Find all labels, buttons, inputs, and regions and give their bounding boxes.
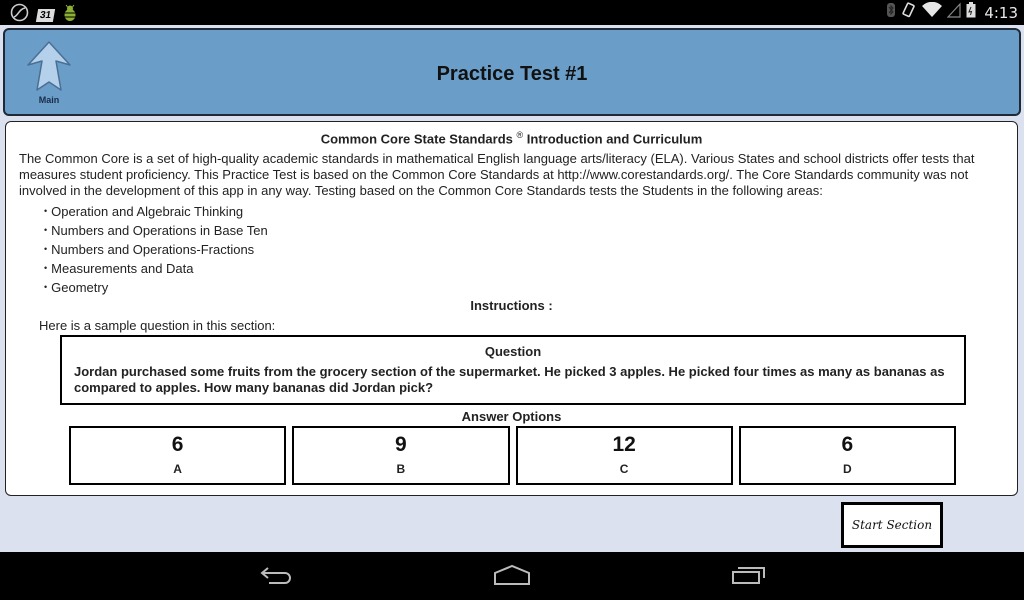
screen-rotation-icon (901, 2, 917, 23)
list-item: Measurements and Data (44, 259, 268, 278)
areas-list: Operation and Algebraic Thinking Numbers… (44, 202, 268, 297)
answer-letter: D (843, 462, 852, 476)
answer-value: 12 (612, 433, 636, 456)
content-panel[interactable]: Common Core State Standards ® Introducti… (5, 121, 1018, 496)
navigation-bar (0, 552, 1024, 600)
debug-bug-icon (62, 4, 78, 27)
wifi-icon (922, 1, 943, 23)
answer-value: 9 (395, 433, 407, 456)
home-button[interactable] (488, 562, 536, 592)
answer-options: 6 A 9 B 12 C 6 D (69, 426, 956, 485)
question-box: Question Jordan purchased some fruits fr… (60, 335, 966, 405)
answer-options-title: Answer Options (461, 409, 562, 424)
system-icons: 4:13 (886, 1, 1018, 23)
answer-option-a[interactable]: 6 A (69, 426, 287, 485)
list-item: Geometry (44, 278, 268, 297)
list-item: Numbers and Operations in Base Ten (44, 221, 268, 240)
recent-apps-icon (731, 565, 767, 590)
sync-icon (10, 3, 29, 27)
answer-option-b[interactable]: 9 B (292, 426, 510, 485)
intro-body: The Common Core is a set of high-quality… (19, 151, 975, 198)
answer-letter: B (396, 462, 406, 476)
battery-icon (966, 2, 976, 23)
answer-letter: A (173, 462, 182, 476)
answer-value: 6 (841, 433, 854, 456)
clock: 4:13 (984, 3, 1018, 22)
intro-title-main: Common Core State Standards (320, 131, 513, 147)
recent-apps-button[interactable] (725, 562, 773, 592)
bluetooth-icon (886, 2, 896, 23)
question-text: Jordan purchased some fruits from the gr… (74, 364, 945, 395)
intro-title: Common Core State Standards ® Introducti… (6, 130, 1017, 146)
answer-value: 6 (171, 433, 184, 456)
home-icon (493, 564, 531, 591)
registered-mark: ® (516, 130, 524, 140)
back-icon (259, 565, 293, 590)
intro-title-suffix: Introduction and Curriculum (526, 131, 703, 147)
status-bar: 31 4:13 (0, 0, 1024, 25)
main-button[interactable]: Main (21, 40, 77, 106)
up-arrow-icon (26, 40, 72, 99)
page-title: Practice Test #1 (436, 63, 588, 85)
start-section-button[interactable]: Start Section (841, 502, 943, 548)
answer-option-c[interactable]: 12 C (515, 426, 733, 485)
instructions-title: Instructions : (470, 298, 553, 313)
question-label: Question (484, 344, 542, 359)
cell-signal-icon (946, 2, 961, 23)
list-item: Numbers and Operations-Fractions (44, 240, 268, 259)
app-header: Main Practice Test #1 (3, 28, 1021, 116)
sample-question-intro: Here is a sample question in this sectio… (39, 318, 276, 333)
answer-option-d[interactable]: 6 D (738, 426, 956, 485)
notification-icons: 31 (10, 3, 78, 27)
main-button-label: Main (38, 95, 60, 105)
back-button[interactable] (252, 562, 300, 592)
calendar-31-icon: 31 (35, 8, 56, 22)
list-item: Operation and Algebraic Thinking (44, 202, 268, 221)
answer-letter: C (619, 462, 629, 476)
